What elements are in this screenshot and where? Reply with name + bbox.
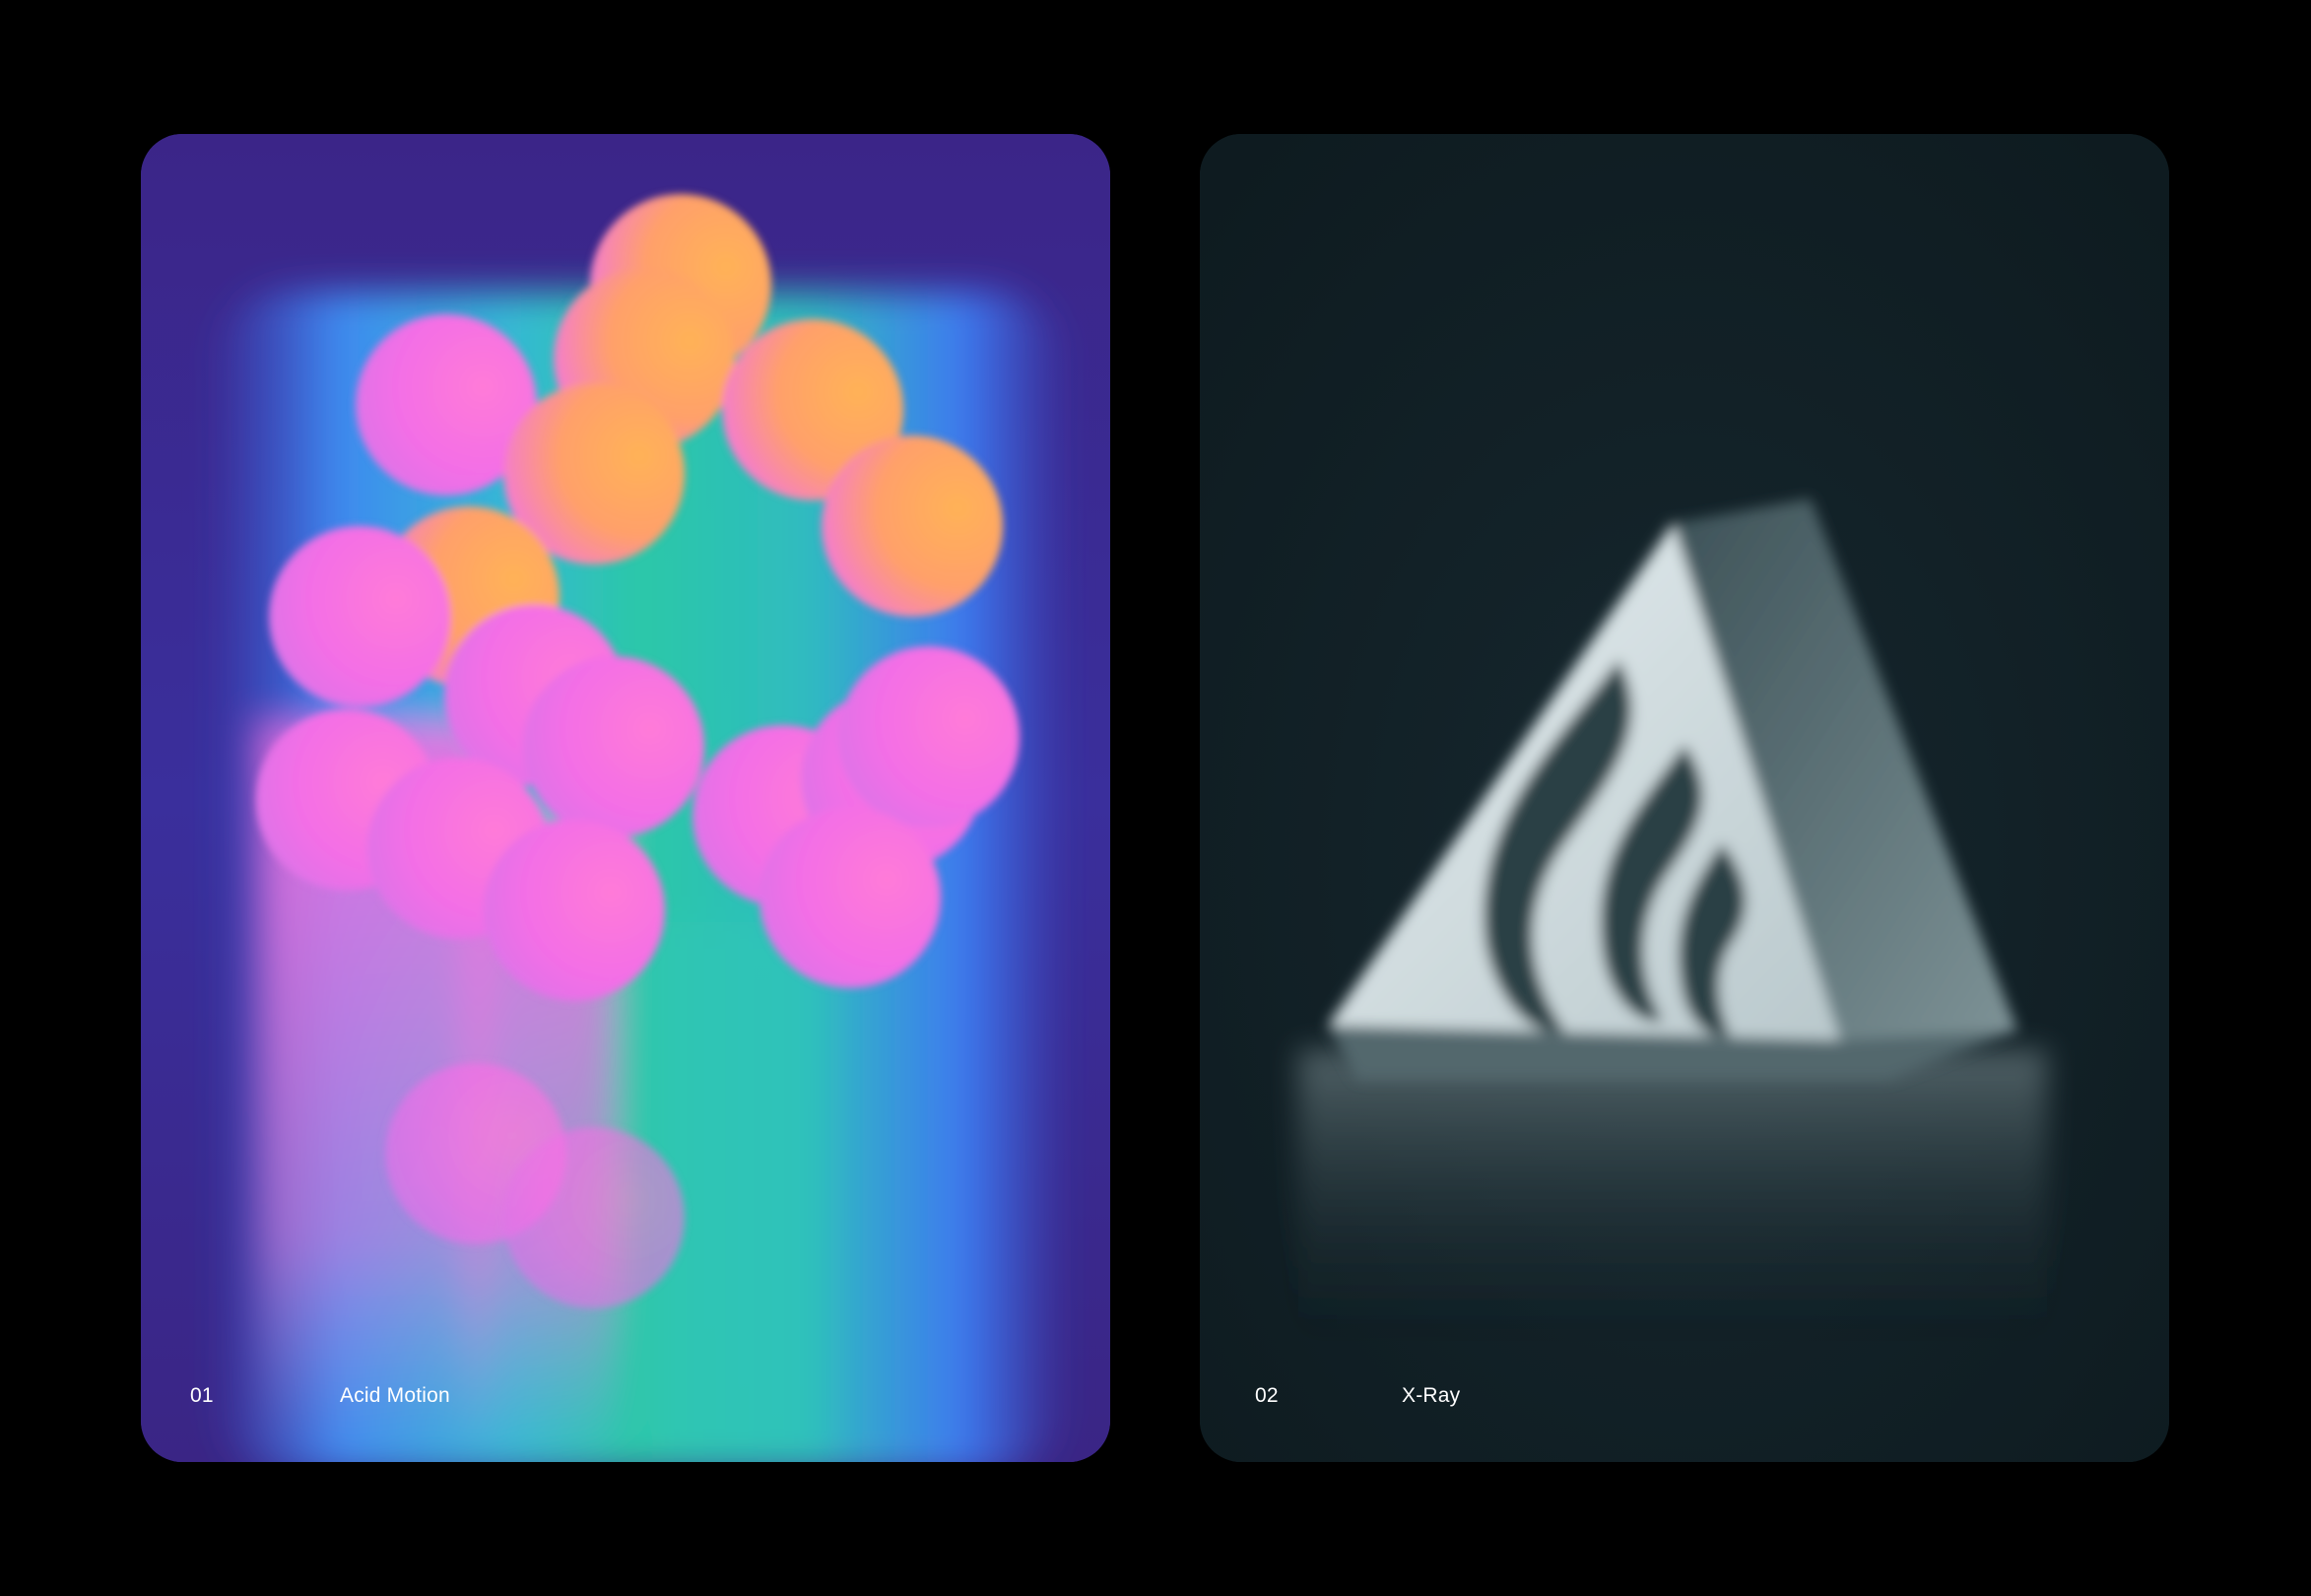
- card-number: 01: [190, 1384, 214, 1407]
- x-ray-artwork: [1200, 134, 2169, 1462]
- card-number: 02: [1255, 1384, 1279, 1407]
- artwork-card-x-ray[interactable]: 02 X-Ray: [1200, 134, 2169, 1462]
- acid-motion-artwork: [141, 134, 1110, 1462]
- card-title: X-Ray: [1402, 1384, 1461, 1407]
- artwork-card-acid-motion[interactable]: 01 Acid Motion: [141, 134, 1110, 1462]
- card-title: Acid Motion: [340, 1384, 450, 1407]
